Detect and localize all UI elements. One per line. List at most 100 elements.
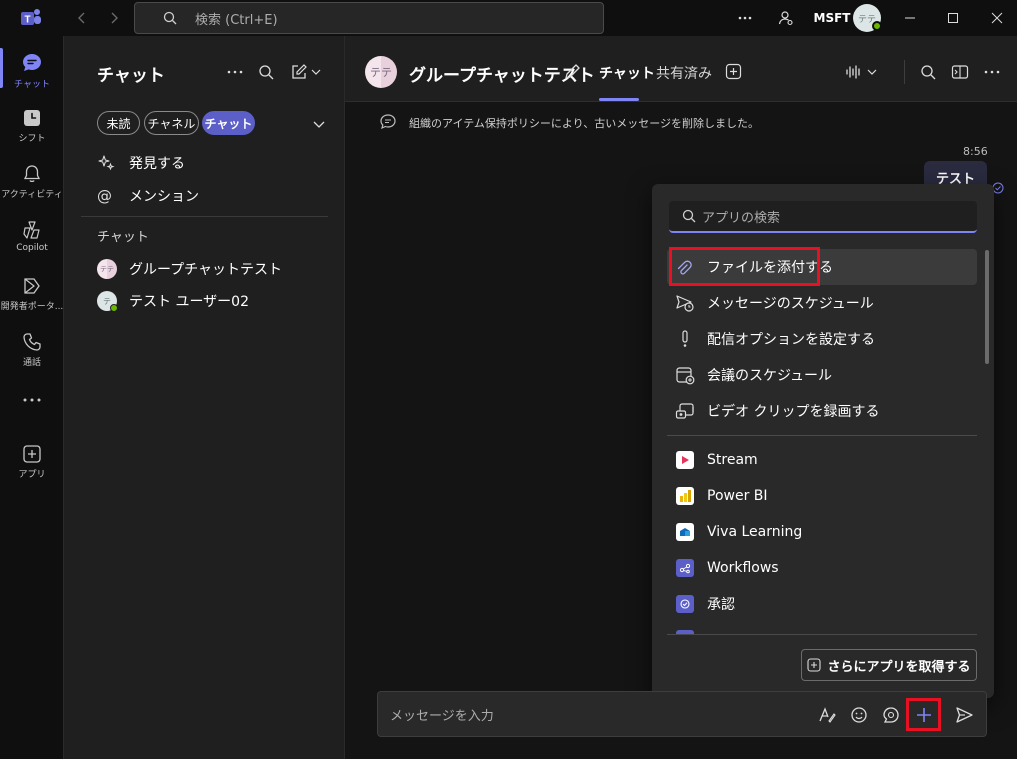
rail-item-label: チャット — [14, 80, 50, 90]
tab-chat[interactable]: チャット — [599, 63, 655, 83]
filter-pill-chat[interactable]: チャット — [202, 111, 255, 135]
app-label: 承認 — [707, 597, 735, 613]
call-button[interactable] — [845, 64, 877, 80]
calendar-add-icon — [675, 365, 695, 385]
forward-arrow-icon[interactable] — [102, 0, 126, 36]
conversation-more-icon[interactable] — [984, 64, 1000, 80]
exclamation-icon — [675, 329, 695, 349]
presence-available-icon — [110, 304, 118, 312]
plus-icon — [915, 706, 933, 724]
stream-icon — [675, 450, 695, 470]
compose-icon — [290, 63, 308, 81]
add-app-icon — [22, 444, 42, 464]
rail-item-copilot[interactable]: Copilot — [0, 220, 64, 253]
rail-item-shifts[interactable]: シフト — [0, 108, 64, 144]
chat-item-group[interactable]: テテ グループチャットテスト — [97, 258, 282, 280]
add-square-icon — [807, 658, 822, 672]
divider — [81, 216, 328, 217]
action-label: ビデオ クリップを録画する — [707, 404, 880, 420]
chat-avatar: テ — [97, 291, 118, 312]
shifts-icon — [22, 108, 42, 128]
tab-shared[interactable]: 共有済み — [656, 63, 712, 83]
app-item-powerbi[interactable]: Power BI — [667, 478, 977, 514]
chevron-down-icon — [311, 67, 321, 77]
send-icon[interactable] — [955, 706, 973, 724]
record-video-clip-item[interactable]: ビデオ クリップを録画する — [667, 393, 977, 429]
video-clip-icon — [675, 401, 695, 421]
more-horizontal-icon — [23, 398, 41, 402]
rail-item-chat[interactable]: チャット — [0, 52, 64, 90]
maximize-icon[interactable] — [941, 0, 965, 36]
filter-pill-channel[interactable]: チャネル — [144, 111, 199, 135]
app-item-stream[interactable]: Stream — [667, 442, 977, 478]
get-more-apps-button[interactable]: さらにアプリを取得する — [801, 649, 977, 681]
highlight-box-attach — [669, 247, 820, 286]
chat-avatar: テテ — [97, 259, 117, 279]
minimize-icon[interactable] — [898, 0, 922, 36]
tab-active-underline — [599, 98, 639, 101]
app-item-approvals[interactable]: 承認 — [667, 586, 977, 622]
format-text-icon[interactable] — [818, 706, 836, 724]
rail-item-calls[interactable]: 通話 — [0, 332, 64, 368]
people-settings-icon[interactable] — [774, 0, 798, 36]
app-search-input[interactable]: アプリの検索 — [669, 201, 977, 233]
popup-divider-bottom — [667, 634, 977, 635]
app-label: Stream — [707, 452, 758, 468]
profile-avatar[interactable]: テテ — [852, 0, 882, 36]
at-sign-icon: @ — [97, 187, 112, 205]
presence-available-icon — [872, 21, 882, 31]
mentions-item[interactable]: @ メンション — [97, 185, 199, 207]
popup-divider — [667, 435, 977, 436]
popup-scrollbar[interactable] — [985, 250, 989, 364]
message-timestamp: 8:56 — [963, 145, 988, 158]
discover-item[interactable]: 発見する — [97, 152, 185, 174]
add-tab-icon[interactable] — [725, 63, 742, 80]
search-icon — [682, 209, 696, 223]
search-placeholder: 検索 (Ctrl+E) — [195, 12, 278, 28]
app-label: Viva Learning — [707, 524, 803, 540]
discover-label: 発見する — [129, 156, 185, 172]
open-side-panel-icon[interactable] — [951, 64, 969, 80]
emoji-icon[interactable] — [850, 706, 868, 724]
schedule-message-item[interactable]: メッセージのスケジュール — [667, 285, 977, 321]
new-chat-button[interactable] — [290, 63, 321, 81]
action-label: メッセージのスケジュール — [707, 296, 874, 312]
system-message-icon — [379, 113, 397, 131]
chatpane-search-icon[interactable] — [258, 64, 274, 80]
action-label: 配信オプションを設定する — [707, 332, 875, 348]
add-actions-button[interactable] — [906, 698, 941, 731]
rail-item-developer-portal[interactable]: 開発者ポータ... — [0, 276, 64, 312]
rail-more-apps[interactable] — [0, 398, 64, 402]
close-icon[interactable] — [985, 0, 1009, 36]
title-bar: T 検索 (Ctrl+E) MSFT テテ — [0, 0, 1017, 36]
rail-item-apps[interactable]: アプリ — [0, 444, 64, 480]
global-search-input[interactable]: 検索 (Ctrl+E) — [134, 2, 604, 34]
phone-icon — [22, 332, 42, 352]
rail-item-activity[interactable]: アクティビティ — [0, 164, 64, 200]
more-options-icon[interactable] — [733, 0, 757, 36]
viva-learning-icon — [675, 522, 695, 542]
rename-pencil-icon[interactable] — [564, 63, 581, 80]
rail-item-label: Copilot — [16, 243, 48, 253]
filter-expand-chevron-icon[interactable] — [313, 119, 325, 129]
app-item-viva-learning[interactable]: Viva Learning — [667, 514, 977, 550]
conversation-search-icon[interactable] — [920, 64, 936, 80]
chat-item-name: テスト ユーザー02 — [129, 294, 249, 310]
chatpane-title: チャット — [97, 66, 165, 86]
composer-placeholder: メッセージを入力 — [390, 709, 494, 724]
delivery-options-item[interactable]: 配信オプションを設定する — [667, 321, 977, 357]
app-item-workflows[interactable]: Workflows — [667, 550, 977, 586]
loop-component-icon[interactable] — [882, 706, 900, 724]
chatpane-more-icon[interactable] — [227, 64, 243, 80]
org-name[interactable]: MSFT — [814, 0, 851, 36]
rail-item-label: アクティビティ — [1, 190, 63, 200]
schedule-meeting-item[interactable]: 会議のスケジュール — [667, 357, 977, 393]
chat-item-user02[interactable]: テ テスト ユーザー02 — [97, 290, 249, 312]
chat-icon — [21, 52, 43, 74]
audio-wave-icon — [845, 64, 863, 80]
approvals-icon — [675, 594, 695, 614]
back-arrow-icon[interactable] — [70, 0, 94, 36]
filter-pill-unread[interactable]: 未読 — [97, 111, 140, 135]
chat-item-name: グループチャットテスト — [129, 262, 283, 278]
rail-item-label: シフト — [18, 134, 46, 144]
